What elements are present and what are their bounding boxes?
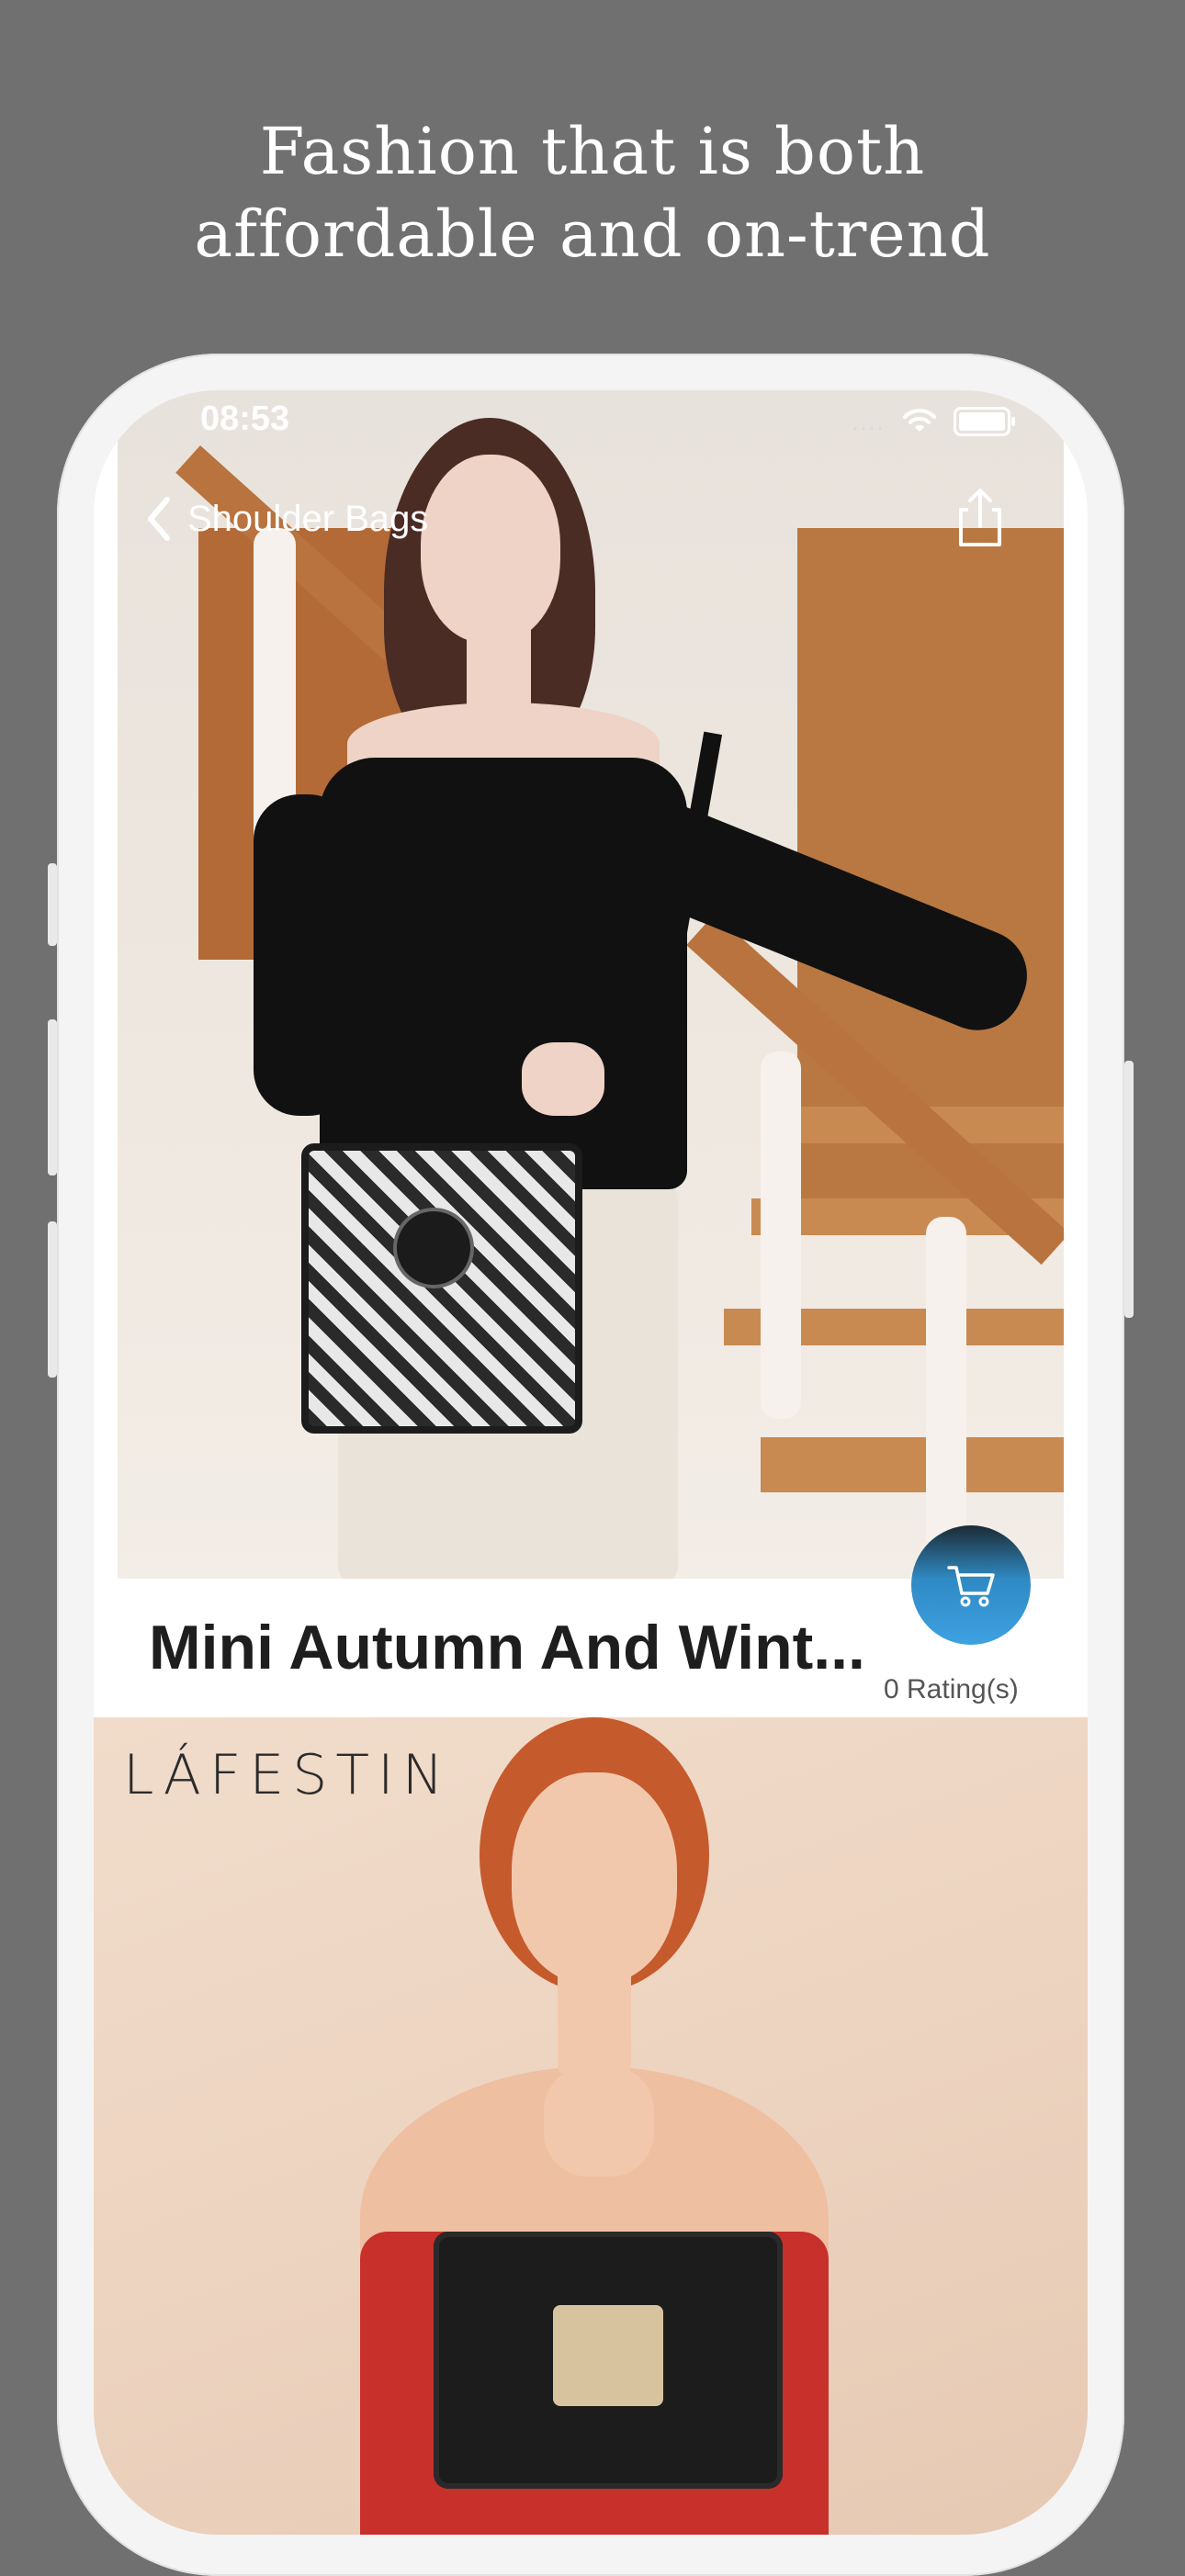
wifi-icon xyxy=(903,409,936,432)
model-face xyxy=(421,455,560,643)
back-button[interactable]: Shoulder Bags xyxy=(145,491,428,546)
model-hand xyxy=(544,2066,654,2177)
next-product-image[interactable]: LÁFESTIN xyxy=(94,1717,1088,2535)
battery-icon xyxy=(954,407,1015,436)
phone-volume-down-button xyxy=(48,1221,57,1378)
model-hand xyxy=(522,1042,604,1116)
status-time: 08:53 xyxy=(200,399,290,438)
phone-side-button xyxy=(48,863,57,946)
phone-power-button xyxy=(1124,1061,1134,1318)
model-arm-left xyxy=(254,794,355,1116)
baluster xyxy=(926,1217,966,1579)
handbag-badge xyxy=(393,1208,474,1288)
share-button[interactable] xyxy=(948,486,1012,550)
back-label: Shoulder Bags xyxy=(187,498,429,539)
stair-step xyxy=(761,1437,1064,1492)
chevron-left-icon xyxy=(148,497,170,541)
model-handbag xyxy=(301,1143,582,1434)
product-rating: 0 Rating(s) xyxy=(884,1674,1019,1704)
promo-headline-line2: affordable and on-trend xyxy=(194,197,991,272)
product-image[interactable]: 08:53 .... Shoulder Bags xyxy=(118,390,1064,1579)
handbag-clasp xyxy=(553,2305,663,2406)
promo-headline-line1: Fashion that is both xyxy=(259,114,926,189)
promo-headline: Fashion that is both affordable and on-t… xyxy=(0,110,1185,276)
add-to-cart-button[interactable] xyxy=(911,1525,1031,1645)
product-title[interactable]: Mini Autumn And Wint... xyxy=(149,1612,884,1683)
phone-volume-up-button xyxy=(48,1019,57,1176)
signal-dots: .... xyxy=(852,407,886,435)
share-icon xyxy=(959,489,1001,546)
app-screen: 08:53 .... Shoulder Bags Mini Autumn And… xyxy=(94,390,1088,2535)
model-neck xyxy=(558,1965,631,2075)
cart-icon xyxy=(947,1566,995,1607)
model-face xyxy=(512,1772,677,1984)
status-icons: .... xyxy=(852,407,1015,436)
baluster xyxy=(761,1052,801,1419)
brand-logo: LÁFESTIN xyxy=(123,1743,452,1807)
